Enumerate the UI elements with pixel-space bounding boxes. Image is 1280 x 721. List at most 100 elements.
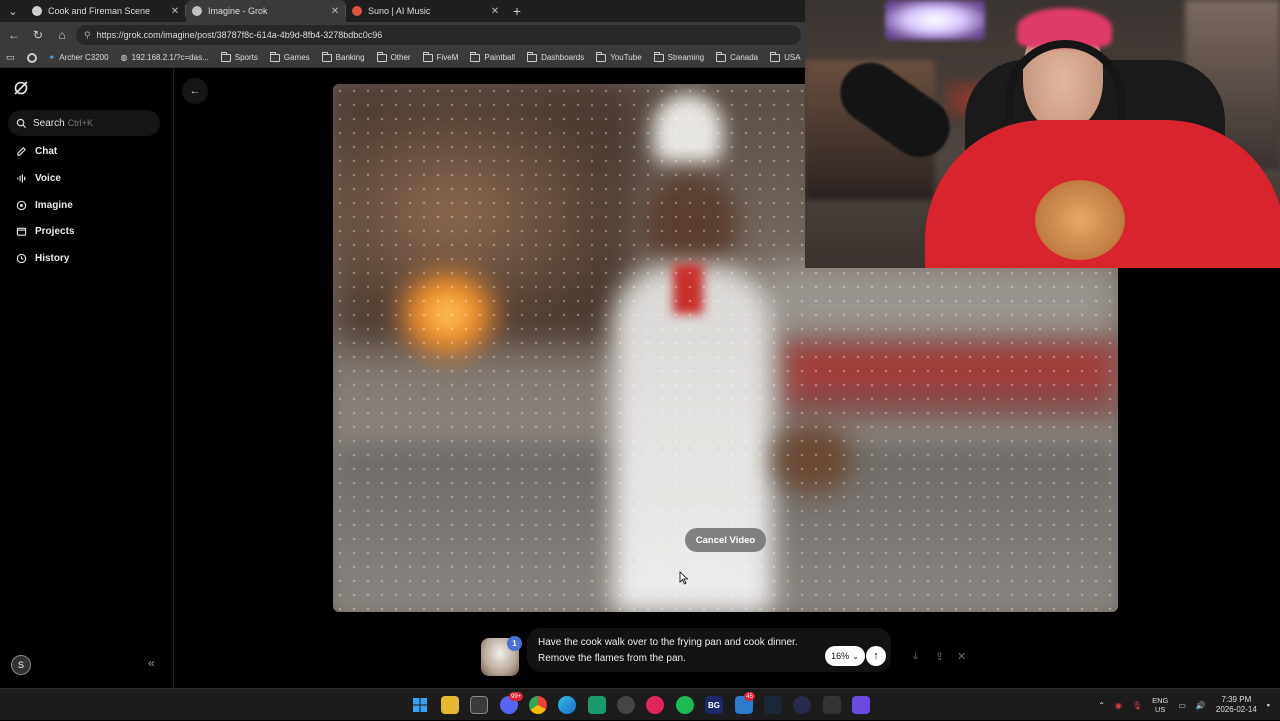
google-icon[interactable] [26,52,37,63]
clock[interactable]: 7:39 PM 2026-02-14 [1216,695,1257,715]
bookmark-archer[interactable]: ✦ Archer C3200 [49,53,109,62]
avatar-initial: S [17,660,24,670]
submit-button[interactable]: ↑ [866,646,886,666]
badge-count: 1 [512,639,517,648]
url-field[interactable]: ⚲ https://grok.com/imagine/post/38787f8c… [76,25,801,45]
folder-icon [376,51,387,62]
bookmark-folder-paintball[interactable]: Paintball [470,51,515,62]
badge-count: 99+ [511,693,522,700]
avatar[interactable]: S [11,655,31,675]
sidebar-item-imagine[interactable]: Imagine [16,200,73,211]
sidebar-item-voice[interactable]: Voice [16,173,61,184]
progress-dropdown[interactable]: 16% ⌄ [825,646,865,666]
file-explorer-icon[interactable] [441,696,459,714]
tab-favicon-icon [352,6,362,16]
sidebar-item-chat[interactable]: Chat [16,146,57,157]
app-sidebar: Search Ctrl+K Chat Voice Imagine Project… [0,68,174,688]
globe-icon: ◍ [120,53,128,62]
close-icon[interactable]: ✕ [957,650,966,663]
windows-start-icon[interactable] [411,696,429,714]
router-icon: ✦ [48,53,56,62]
chevron-up-icon[interactable]: ⌃ [1098,701,1105,710]
search-shortcut: Ctrl+K [67,118,93,128]
tab-imagine-grok[interactable]: Imagine - Grok ✕ [185,0,346,22]
back-arrow-icon[interactable]: ← [4,25,24,45]
folder-icon [716,51,727,62]
bookmark-label: Streaming [667,53,705,62]
site-info-icon[interactable]: ⚲ [84,30,91,41]
close-tab-icon[interactable]: ✕ [490,6,500,17]
bookmark-label: 192.168.2.1/?c=das... [131,53,209,62]
reload-icon[interactable]: ↻ [28,25,48,45]
bookmark-folder-sports[interactable]: Sports [220,51,258,62]
language-indicator[interactable]: ENG US [1152,696,1168,714]
edge-icon[interactable] [558,696,576,714]
spotify-icon[interactable] [676,696,694,714]
app-green-icon[interactable] [588,696,606,714]
bookmark-folder-other[interactable]: Other [376,51,411,62]
steam-icon[interactable] [764,696,782,714]
sidebar-item-label: Voice [35,173,61,184]
home-icon[interactable]: ⌂ [52,25,72,45]
bookmark-folder-games[interactable]: Games [269,51,310,62]
tab-list-chevron-icon[interactable]: ⌄ [0,0,26,22]
search-label: Search [33,117,65,129]
bookmark-folder-streaming[interactable]: Streaming [653,51,705,62]
obs-icon[interactable] [617,696,635,714]
bg-app-icon[interactable]: BG [705,696,723,714]
bookmark-folder-banking[interactable]: Banking [321,51,365,62]
app-dark-icon[interactable] [823,696,841,714]
app-grid-icon[interactable] [852,696,870,714]
hoodie-logo [1035,180,1125,260]
bookmark-folder-youtube[interactable]: YouTube [596,51,642,62]
bookmark-folder-dashboards[interactable]: Dashboards [527,51,585,62]
arrow-left-icon: ← [189,85,201,97]
bookmark-label: Dashboards [541,53,585,62]
app-pink-icon[interactable] [646,696,664,714]
network-icon[interactable]: ▭ [1178,701,1186,710]
sidebar-item-history[interactable]: History [16,253,69,264]
tray-app-icon[interactable]: ◉ [1115,701,1122,710]
back-button[interactable]: ← [182,78,208,104]
sidebar-item-label: Imagine [35,200,73,211]
bookmark-label: Archer C3200 [59,53,109,62]
grok-logo-icon[interactable] [13,80,29,96]
bookmark-label: Sports [234,53,258,62]
cancel-video-button[interactable]: Cancel Video [685,528,766,552]
bookmark-label: FiveM [436,53,459,62]
browser-tab-strip: ⌄ Cook and Fireman Scene ✕ Imagine - Gro… [0,0,805,22]
sidebar-item-projects[interactable]: Projects [16,226,74,237]
bookmark-folder-canada[interactable]: Canada [716,51,758,62]
tab-favicon-icon [32,6,42,16]
search-button[interactable]: Search Ctrl+K [8,110,160,136]
chat-icon [17,147,26,156]
bookmark-label: USA [784,53,801,62]
progress-label: 16% [831,651,850,661]
webcam-overlay [805,0,1280,268]
folder-icon [470,51,481,62]
collapse-sidebar-icon[interactable]: « [148,656,155,670]
download-icon[interactable]: ⤓ [913,650,918,663]
close-tab-icon[interactable]: ✕ [330,6,340,17]
bookmark-folder-fivem[interactable]: FiveM [422,51,459,62]
notifications-icon[interactable]: ▪ [1267,700,1270,710]
volume-icon[interactable]: 🔊 [1196,701,1206,710]
app-arrow-icon[interactable] [793,696,811,714]
search-icon [16,118,27,128]
close-tab-icon[interactable]: ✕ [170,6,180,17]
store-icon[interactable] [470,696,488,714]
bg-app-label: BG [708,700,720,710]
tab-suno[interactable]: Suno | AI Music ✕ [345,0,506,22]
chrome-icon[interactable] [529,696,547,714]
bookmarks-menu-icon[interactable]: ▭ [6,52,15,63]
bookmark-label: Other [390,53,411,62]
tab-title: Imagine - Grok [208,6,268,16]
share-icon[interactable]: ⇪ [935,650,944,663]
bookmark-router-ip[interactable]: ◍ 192.168.2.1/?c=das... [121,53,209,62]
projects-icon [16,227,27,236]
folder-icon [220,51,231,62]
new-tab-icon[interactable]: + [506,0,528,22]
bookmark-folder-usa[interactable]: USA [770,51,801,62]
tab-cook-and-fireman[interactable]: Cook and Fireman Scene ✕ [26,0,186,22]
microphone-icon[interactable]: 🎙 [1132,701,1142,710]
